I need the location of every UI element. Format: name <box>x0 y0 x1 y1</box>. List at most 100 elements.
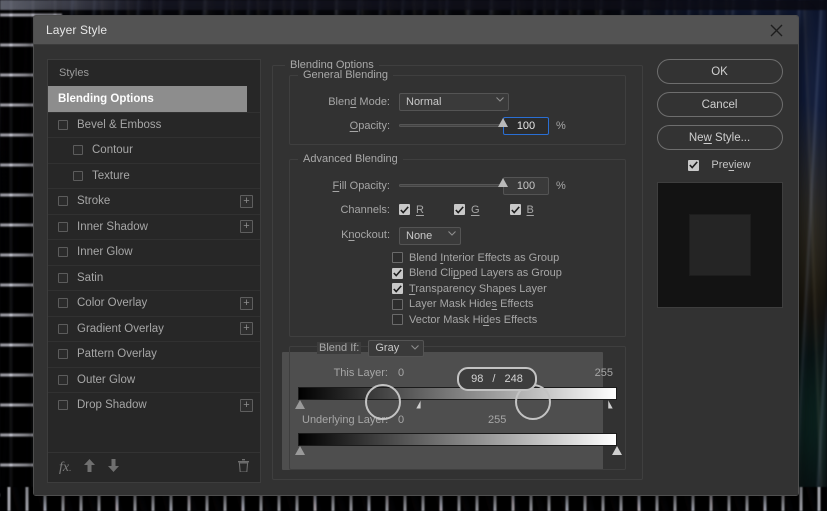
opacity-slider-handle[interactable] <box>498 118 508 127</box>
channel-checkbox-b[interactable]: B <box>509 204 534 216</box>
styles-panel-footer: fx. <box>48 452 260 482</box>
this-layer-gradient <box>298 386 617 400</box>
style-item-outer-glow[interactable]: Outer Glow <box>48 366 260 393</box>
style-item-satin[interactable]: Satin <box>48 264 260 291</box>
add-effect-icon[interactable]: + <box>240 194 253 208</box>
general-blending-title: General Blending <box>298 69 394 81</box>
option-blend-clipped-layers[interactable]: Blend Clipped Layers as Group <box>392 266 617 282</box>
checkbox-box[interactable] <box>392 298 403 310</box>
style-item-texture[interactable]: Texture <box>48 162 260 189</box>
option-label: Blend Interior Effects as Group <box>409 251 560 264</box>
preview-toggle[interactable]: Preview <box>688 159 751 171</box>
checkbox-box[interactable] <box>688 159 700 171</box>
style-item-contour[interactable]: Contour <box>48 137 260 163</box>
trash-icon[interactable] <box>238 458 249 477</box>
option-vector-mask-hides-effects[interactable]: Vector Mask Hides Effects <box>392 312 617 328</box>
underlying-layer-left-value: 0 <box>398 413 405 426</box>
style-checkbox[interactable] <box>58 247 68 258</box>
fill-opacity-input[interactable] <box>503 176 549 195</box>
fill-opacity-slider-handle[interactable] <box>498 178 508 187</box>
style-item-label: Gradient Overlay <box>77 322 164 335</box>
add-effect-icon[interactable]: + <box>240 322 253 336</box>
style-item-label: Stroke <box>77 195 111 208</box>
knockout-select[interactable]: NoneShallowDeep <box>399 226 461 245</box>
channel-checkbox-g[interactable]: G <box>453 204 480 216</box>
style-item-gradient-overlay[interactable]: Gradient Overlay + <box>48 315 260 342</box>
style-checkbox[interactable] <box>73 170 83 181</box>
opacity-input[interactable] <box>503 116 549 135</box>
style-checkbox[interactable] <box>73 145 83 156</box>
checkbox-box[interactable] <box>392 267 403 279</box>
styles-panel: Styles Blending Options Bevel & Emboss C… <box>47 59 261 483</box>
option-label: Blend Clipped Layers as Group <box>409 267 562 280</box>
style-item-drop-shadow[interactable]: Drop Shadow + <box>48 392 260 418</box>
cancel-button[interactable]: Cancel <box>656 92 783 117</box>
channel-checkbox-r[interactable]: R <box>399 204 424 216</box>
ok-button[interactable]: OK <box>656 59 783 84</box>
style-item-bevel-emboss[interactable]: Bevel & Emboss <box>48 111 260 138</box>
add-effect-icon[interactable]: + <box>240 296 253 310</box>
advanced-blending-group: Advanced Blending Fill Opacity: % Channe… <box>289 153 626 337</box>
checkbox-box[interactable] <box>392 283 403 295</box>
page-title: Layer Style <box>46 23 108 37</box>
style-checkbox[interactable] <box>58 349 68 360</box>
style-item-label: Pattern Overlay <box>77 348 157 361</box>
checkbox-box[interactable] <box>453 204 465 215</box>
style-checkbox[interactable] <box>58 272 68 283</box>
checkbox-box[interactable] <box>392 314 403 326</box>
layer-style-dialog: Layer Style Styles Blending Options Beve… <box>33 15 799 496</box>
move-up-icon[interactable] <box>84 458 96 477</box>
style-checkbox[interactable] <box>58 221 68 232</box>
channels-label: Channels: <box>340 203 390 216</box>
style-item-inner-shadow[interactable]: Inner Shadow + <box>48 213 260 240</box>
underlying-layer-black-handle[interactable] <box>295 445 305 455</box>
blend-mode-select[interactable]: NormalDissolveDarkenMultiplyScreenOverla… <box>399 93 509 111</box>
new-style-button[interactable]: New Style... <box>656 125 783 150</box>
checkbox-box[interactable] <box>399 204 410 215</box>
style-checkbox[interactable] <box>58 196 68 207</box>
add-effect-icon[interactable]: + <box>240 398 253 412</box>
blend-if-label: Blend If: <box>317 342 362 354</box>
style-item-label: Contour <box>92 144 133 157</box>
style-checkbox[interactable] <box>58 374 68 385</box>
blending-options-group: Blending Options General Blending Blend … <box>272 59 643 480</box>
this-layer-slider[interactable] <box>295 386 617 411</box>
preview-thumbnail-shape <box>688 214 751 276</box>
preview-thumbnail <box>656 182 783 308</box>
knockout-label: Knockout: <box>341 229 390 241</box>
style-item-blending-options[interactable]: Blending Options <box>48 86 247 112</box>
add-effect-icon[interactable]: + <box>240 220 253 234</box>
option-layer-mask-hides-effects[interactable]: Layer Mask Hides Effects <box>392 297 617 313</box>
this-layer-black-handle-left[interactable] <box>295 399 305 409</box>
this-layer-white-handle[interactable] <box>608 399 614 409</box>
advanced-blending-title: Advanced Blending <box>298 153 403 165</box>
checkbox-box[interactable] <box>392 252 403 264</box>
fx-icon[interactable]: fx. <box>59 460 71 476</box>
dialog-title-bar: Layer Style <box>34 16 798 45</box>
style-checkbox[interactable] <box>58 323 68 334</box>
blend-if-channel-select[interactable]: GrayRedGreenBlue <box>368 339 425 357</box>
underlying-layer-slider[interactable] <box>295 432 622 457</box>
this-layer-black-handle[interactable] <box>415 399 421 409</box>
close-icon[interactable] <box>754 16 798 44</box>
style-checkbox[interactable] <box>58 298 68 309</box>
underlying-layer-white-handle[interactable] <box>612 445 622 455</box>
styles-list: Blending Options Bevel & Emboss Contour … <box>48 86 260 452</box>
opacity-slider[interactable] <box>399 118 508 127</box>
style-item-label: Color Overlay <box>77 297 148 310</box>
fill-opacity-slider[interactable] <box>399 178 508 187</box>
style-item-color-overlay[interactable]: Color Overlay + <box>48 290 260 316</box>
style-item-pattern-overlay[interactable]: Pattern Overlay <box>48 341 260 367</box>
blending-options-panel: Blending Options General Blending Blend … <box>272 59 643 483</box>
style-item-inner-glow[interactable]: Inner Glow <box>48 239 260 265</box>
opacity-unit: % <box>556 119 566 132</box>
style-checkbox[interactable] <box>58 400 68 411</box>
option-blend-interior-effects[interactable]: Blend Interior Effects as Group <box>392 250 617 266</box>
move-down-icon[interactable] <box>108 458 120 477</box>
blend-mode-label: Blend Mode: <box>328 95 390 108</box>
checkbox-box[interactable] <box>509 204 521 215</box>
style-item-stroke[interactable]: Stroke + <box>48 188 260 214</box>
style-checkbox[interactable] <box>58 119 68 130</box>
option-transparency-shapes-layer[interactable]: Transparency Shapes Layer <box>392 281 617 297</box>
style-item-label: Texture <box>92 169 130 182</box>
